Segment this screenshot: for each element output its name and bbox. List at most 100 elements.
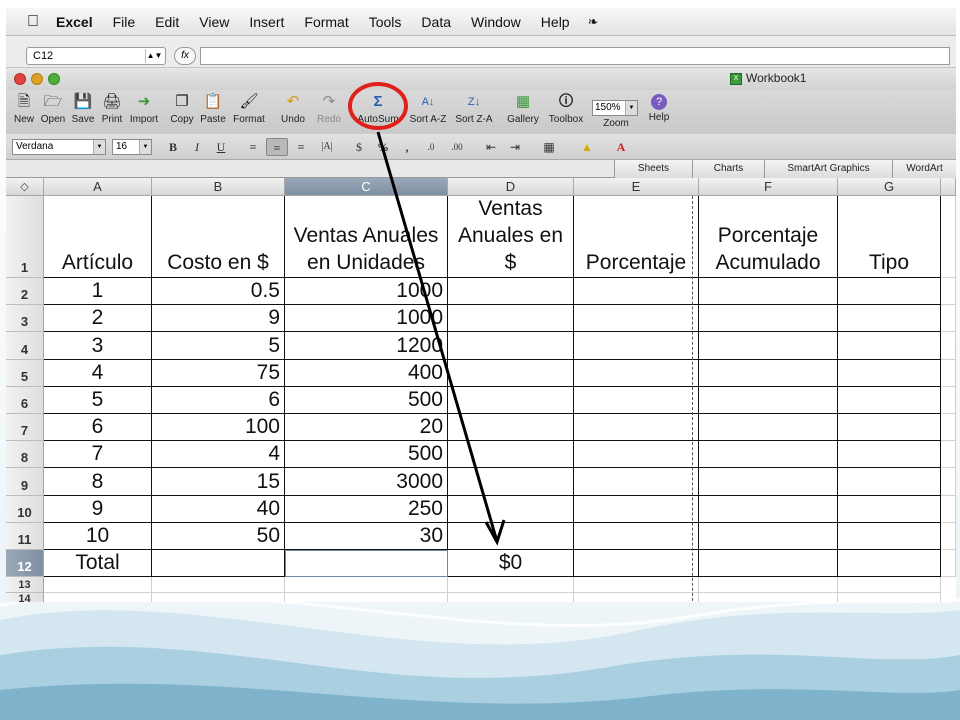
- cell-d13[interactable]: [448, 577, 574, 594]
- percent-icon[interactable]: %: [372, 138, 394, 156]
- cell-e14[interactable]: [574, 593, 699, 602]
- cell-a7[interactable]: 6: [44, 414, 152, 442]
- cell-c6[interactable]: 500: [285, 386, 448, 414]
- minimize-window-icon[interactable]: [31, 73, 43, 85]
- tab-smartart-graphics[interactable]: SmartArt Graphics: [764, 160, 892, 178]
- cell-f5[interactable]: [699, 359, 838, 387]
- font-color-icon[interactable]: A: [610, 138, 632, 156]
- cell-f2[interactable]: [699, 278, 838, 306]
- new-button[interactable]: 🗎 New: [10, 92, 38, 125]
- paste-button[interactable]: 📋 Paste: [198, 92, 228, 125]
- cell-g8[interactable]: [838, 441, 941, 469]
- cell-a11[interactable]: 10: [44, 522, 152, 550]
- cell-b11[interactable]: 50: [152, 522, 285, 550]
- row-header-9[interactable]: 9: [6, 468, 44, 496]
- save-button[interactable]: 💾 Save: [68, 92, 98, 125]
- column-header-e[interactable]: E: [574, 178, 699, 196]
- tab-wordart[interactable]: WordArt: [892, 160, 956, 178]
- header-cell-a[interactable]: Artículo: [44, 196, 152, 278]
- cell-d6[interactable]: [448, 386, 574, 414]
- decrease-indent-icon[interactable]: ⇤: [480, 138, 502, 156]
- name-box[interactable]: C12 ▲▼: [26, 47, 166, 65]
- column-header-d[interactable]: D: [448, 178, 574, 196]
- close-window-icon[interactable]: [14, 73, 26, 85]
- column-header-a[interactable]: A: [44, 178, 152, 196]
- column-header-f[interactable]: F: [699, 178, 838, 196]
- cell-f12[interactable]: [699, 550, 838, 578]
- undo-button[interactable]: ↶ Undo: [276, 92, 310, 125]
- cell-h8[interactable]: [941, 441, 956, 469]
- merge-cells-icon[interactable]: |A|: [316, 138, 338, 156]
- cell-c5[interactable]: 400: [285, 359, 448, 387]
- cell-h3[interactable]: [941, 305, 956, 333]
- cell-d3[interactable]: [448, 305, 574, 333]
- select-all-corner[interactable]: ◇: [6, 178, 44, 196]
- cell-h2[interactable]: [941, 278, 956, 306]
- cell-b8[interactable]: 4: [152, 441, 285, 469]
- cell-g9[interactable]: [838, 468, 941, 496]
- cell-g12[interactable]: [838, 550, 941, 578]
- script-icon[interactable]: ❧: [580, 14, 607, 30]
- import-button[interactable]: ➜ Import: [126, 92, 162, 125]
- increase-indent-icon[interactable]: ⇥: [504, 138, 526, 156]
- copy-button[interactable]: ❐ Copy: [168, 92, 196, 125]
- cell-a14[interactable]: [44, 593, 152, 602]
- active-cell-c12[interactable]: [285, 550, 448, 578]
- print-button[interactable]: 🖨 Print: [98, 92, 126, 125]
- cell-b13[interactable]: [152, 577, 285, 594]
- name-box-stepper-icon[interactable]: ▲▼: [145, 49, 163, 63]
- cell-g6[interactable]: [838, 386, 941, 414]
- header-cell-g[interactable]: Tipo: [838, 196, 941, 278]
- underline-button[interactable]: U: [210, 138, 232, 156]
- cell-g5[interactable]: [838, 359, 941, 387]
- cell-f9[interactable]: [699, 468, 838, 496]
- cell-c7[interactable]: 20: [285, 414, 448, 442]
- cell-g14[interactable]: [838, 593, 941, 602]
- apple-icon[interactable]: : [20, 13, 46, 31]
- cell-f11[interactable]: [699, 522, 838, 550]
- cell-b7[interactable]: 100: [152, 414, 285, 442]
- redo-button[interactable]: ↷ Redo: [312, 92, 346, 125]
- cell-e13[interactable]: [574, 577, 699, 594]
- menu-help[interactable]: Help: [531, 14, 580, 30]
- cell-f14[interactable]: [699, 593, 838, 602]
- cell-b14[interactable]: [152, 593, 285, 602]
- align-center-icon[interactable]: ≡: [266, 138, 288, 156]
- row-header-2[interactable]: 2: [6, 278, 44, 306]
- column-header-c[interactable]: C: [285, 178, 448, 196]
- cell-f8[interactable]: [699, 441, 838, 469]
- menu-edit[interactable]: Edit: [145, 14, 189, 30]
- column-header-b[interactable]: B: [152, 178, 285, 196]
- cell-e11[interactable]: [574, 522, 699, 550]
- sort-az-button[interactable]: A↓ Sort A-Z: [406, 92, 450, 125]
- autosum-button[interactable]: Σ AutoSum: [354, 92, 402, 125]
- align-right-icon[interactable]: ≡: [290, 138, 312, 156]
- cell-g3[interactable]: [838, 305, 941, 333]
- cell-e12[interactable]: [574, 550, 699, 578]
- cell-e10[interactable]: [574, 495, 699, 523]
- cell-a8[interactable]: 7: [44, 441, 152, 469]
- sort-za-button[interactable]: Z↓ Sort Z-A: [452, 92, 496, 125]
- tab-sheets[interactable]: Sheets: [614, 160, 692, 178]
- cell-c13[interactable]: [285, 577, 448, 594]
- menu-data[interactable]: Data: [411, 14, 461, 30]
- align-left-icon[interactable]: ≡: [242, 138, 264, 156]
- cell-b5[interactable]: 75: [152, 359, 285, 387]
- decrease-decimal-icon[interactable]: .00: [446, 138, 468, 156]
- currency-icon[interactable]: $: [348, 138, 370, 156]
- cell-f10[interactable]: [699, 495, 838, 523]
- header-cell-b[interactable]: Costo en $: [152, 196, 285, 278]
- cell-b12[interactable]: [152, 550, 285, 578]
- row-header-13[interactable]: 13: [6, 577, 44, 594]
- cell-b4[interactable]: 5: [152, 332, 285, 360]
- cell-d10[interactable]: [448, 495, 574, 523]
- row-header-3[interactable]: 3: [6, 305, 44, 333]
- cell-a6[interactable]: 5: [44, 386, 152, 414]
- cell-a4[interactable]: 3: [44, 332, 152, 360]
- zoom-dropdown-icon[interactable]: ▼: [625, 101, 637, 115]
- cell-e4[interactable]: [574, 332, 699, 360]
- zoom-select[interactable]: 150% ▼: [592, 100, 638, 116]
- gallery-button[interactable]: ▦ Gallery: [504, 92, 542, 125]
- cell-h1[interactable]: [941, 196, 956, 278]
- cell-c2[interactable]: 1000: [285, 278, 448, 306]
